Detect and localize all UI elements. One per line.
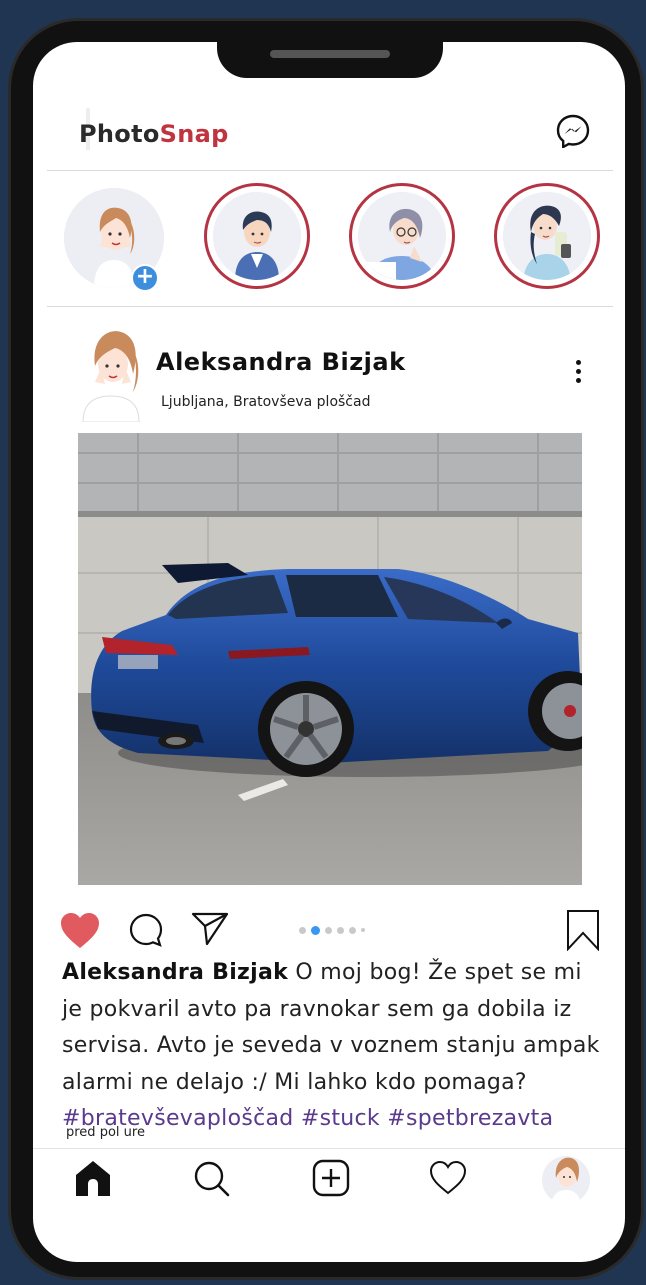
post-photo[interactable]: [78, 433, 582, 885]
carousel-dot: [337, 926, 344, 934]
carousel-dot: [299, 926, 306, 934]
story-avatar-girl-drink: [503, 192, 591, 280]
search-icon[interactable]: [191, 1158, 231, 1198]
post-username[interactable]: Aleksandra Bizjak: [156, 348, 406, 376]
more-options-icon[interactable]: [568, 356, 588, 388]
like-heart-icon[interactable]: [59, 912, 101, 950]
story-girl-glasses[interactable]: [349, 183, 455, 289]
hashtag[interactable]: #stuck: [301, 1106, 380, 1131]
logo-part-snap: Snap: [159, 120, 229, 148]
hashtag[interactable]: #spetbrezavta: [387, 1106, 553, 1131]
story-avatar-girl-glasses: [358, 192, 446, 280]
post-author-avatar[interactable]: [75, 320, 147, 422]
header-divider: [47, 170, 613, 171]
profile-avatar-icon[interactable]: [541, 1152, 591, 1208]
carousel-dot: [325, 926, 332, 934]
phone-notch: [217, 38, 443, 78]
messenger-icon[interactable]: [556, 114, 590, 148]
carousel-dot-active: [311, 925, 320, 935]
stories-divider: [47, 306, 613, 307]
phone-speaker: [270, 50, 390, 58]
carousel-dot: [349, 926, 356, 934]
home-icon[interactable]: [73, 1158, 113, 1198]
nav-divider: [33, 1148, 625, 1149]
post-timestamp: pred pol ure: [66, 1125, 145, 1140]
add-post-icon[interactable]: [311, 1158, 351, 1198]
post-caption: Aleksandra Bizjak O moj bog! Že spet se …: [62, 955, 602, 1138]
carousel-indicator: [299, 925, 365, 935]
heart-outline-icon[interactable]: [428, 1158, 468, 1198]
send-icon[interactable]: [191, 912, 229, 946]
comment-icon[interactable]: [129, 913, 163, 947]
logo-part-photo: Photo: [79, 120, 160, 148]
story-girl-drink[interactable]: [494, 183, 600, 289]
caption-username[interactable]: Aleksandra Bizjak: [62, 960, 288, 985]
app-screen: PhotoSnap + Aleksandra Bizjak Ljubljana,…: [33, 42, 625, 1262]
carousel-dot: [361, 928, 365, 932]
app-logo[interactable]: PhotoSnap: [79, 120, 229, 148]
bookmark-icon[interactable]: [566, 909, 600, 951]
post-location[interactable]: Ljubljana, Bratovševa ploščad: [161, 394, 370, 410]
add-story-button[interactable]: +: [131, 264, 159, 292]
story-man[interactable]: [204, 183, 310, 289]
story-avatar-man: [213, 192, 301, 280]
